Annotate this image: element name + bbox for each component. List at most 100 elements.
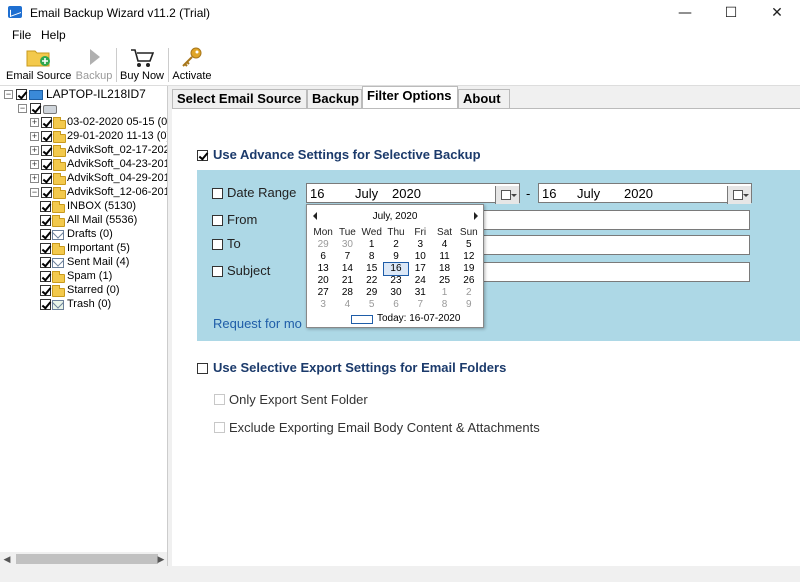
- tree-checkbox[interactable]: [41, 131, 52, 142]
- calendar-day[interactable]: 12: [457, 251, 481, 263]
- date-range-label[interactable]: Date Range: [227, 185, 296, 200]
- tree-checkbox[interactable]: [41, 159, 52, 170]
- only-sent-checkbox[interactable]: [214, 394, 225, 405]
- tree-horizontal-scrollbar[interactable]: ◀ ▶: [0, 552, 167, 566]
- calendar-dropdown-icon[interactable]: [727, 186, 751, 204]
- from-checkbox[interactable]: [212, 215, 223, 226]
- calendar-day[interactable]: 10: [408, 251, 432, 263]
- calendar-day[interactable]: 29: [360, 287, 384, 299]
- calendar-day[interactable]: 7: [335, 251, 359, 263]
- selective-export-checkbox[interactable]: [197, 363, 208, 374]
- calendar-day[interactable]: 5: [457, 239, 481, 251]
- expand-icon[interactable]: +: [30, 160, 39, 169]
- tree-checkbox[interactable]: [41, 145, 52, 156]
- subject-checkbox[interactable]: [212, 266, 223, 277]
- tree-checkbox[interactable]: [41, 117, 52, 128]
- calendar-day[interactable]: 2: [384, 239, 408, 251]
- calendar-day[interactable]: 18: [432, 263, 456, 275]
- calendar-dropdown-icon[interactable]: [495, 186, 519, 204]
- end-year[interactable]: 2020: [624, 186, 653, 201]
- calendar-day[interactable]: 21: [335, 275, 359, 287]
- calendar-day[interactable]: 19: [457, 263, 481, 275]
- from-label[interactable]: From: [227, 212, 257, 227]
- minimize-button[interactable]: —: [662, 0, 708, 26]
- next-month-icon[interactable]: [471, 212, 479, 220]
- calendar-day[interactable]: 25: [432, 275, 456, 287]
- calendar-day[interactable]: 20: [311, 275, 335, 287]
- calendar-day[interactable]: 29: [311, 239, 335, 251]
- close-button[interactable]: ✕: [754, 0, 800, 26]
- tree-item[interactable]: + 29-01-2020 11-13 (0): [30, 130, 167, 144]
- tab-about[interactable]: About: [458, 89, 510, 108]
- collapse-icon[interactable]: −: [30, 188, 39, 197]
- tree-checkbox[interactable]: [40, 285, 51, 296]
- calendar-day[interactable]: 13: [311, 263, 335, 275]
- calendar-day[interactable]: 24: [408, 275, 432, 287]
- tree-checkbox[interactable]: [40, 257, 51, 268]
- calendar-day[interactable]: 8: [360, 251, 384, 263]
- calendar-day[interactable]: 15: [360, 263, 384, 275]
- calendar-day[interactable]: 11: [432, 251, 456, 263]
- maximize-button[interactable]: ☐: [708, 0, 754, 26]
- expand-icon[interactable]: +: [30, 118, 39, 127]
- tree-checkbox[interactable]: [16, 89, 27, 100]
- tree-folder[interactable]: Sent Mail (4): [40, 256, 166, 270]
- tree-folder[interactable]: Drafts (0): [40, 228, 166, 242]
- calendar-day[interactable]: 17: [408, 263, 432, 275]
- calendar-day[interactable]: 5: [360, 299, 384, 311]
- calendar-day[interactable]: 9: [384, 251, 408, 263]
- tree-folder[interactable]: Starred (0): [40, 284, 166, 298]
- calendar-day[interactable]: 14: [335, 263, 359, 275]
- advance-settings-label[interactable]: Use Advance Settings for Selective Backu…: [213, 147, 481, 162]
- calendar-day[interactable]: 7: [408, 299, 432, 311]
- subject-label[interactable]: Subject: [227, 263, 270, 278]
- tree-item[interactable]: − AdvikSoft_12-06-2019: [30, 186, 167, 200]
- tree-folder[interactable]: Trash (0): [40, 298, 166, 312]
- calendar-day[interactable]: 30: [335, 239, 359, 251]
- tree-checkbox[interactable]: [41, 187, 52, 198]
- start-year[interactable]: 2020: [392, 186, 421, 201]
- calendar-day[interactable]: 22: [360, 275, 384, 287]
- calendar-day[interactable]: 4: [432, 239, 456, 251]
- expand-icon[interactable]: +: [30, 132, 39, 141]
- calendar-day[interactable]: 1: [432, 287, 456, 299]
- tab-backup[interactable]: Backup: [307, 89, 362, 108]
- tree-folder[interactable]: INBOX (5130): [40, 200, 166, 214]
- menu-help[interactable]: Help: [41, 28, 66, 42]
- scroll-thumb[interactable]: [16, 554, 158, 564]
- calendar-day[interactable]: 6: [311, 251, 335, 263]
- calendar-day[interactable]: 3: [408, 239, 432, 251]
- calendar-day[interactable]: 4: [335, 299, 359, 311]
- calendar-day[interactable]: 31: [408, 287, 432, 299]
- tree-checkbox[interactable]: [41, 173, 52, 184]
- activate-button[interactable]: Activate: [170, 44, 214, 86]
- tree-item[interactable]: + AdvikSoft_02-17-2020: [30, 144, 167, 158]
- tree-item[interactable]: + AdvikSoft_04-23-2019: [30, 158, 167, 172]
- tree-folder[interactable]: Important (5): [40, 242, 166, 256]
- start-date-picker[interactable]: 16 July 2020: [306, 183, 520, 204]
- calendar-day[interactable]: 3: [311, 299, 335, 311]
- calendar-day[interactable]: 30: [384, 287, 408, 299]
- backup-button[interactable]: Backup: [74, 44, 114, 86]
- to-label[interactable]: To: [227, 236, 241, 251]
- calendar-day[interactable]: 1: [360, 239, 384, 251]
- tree-item[interactable]: + AdvikSoft_04-29-2019: [30, 172, 167, 186]
- end-month[interactable]: July: [577, 186, 600, 201]
- tree-drive-row[interactable]: −: [18, 102, 58, 116]
- today-label[interactable]: Today: 16-07-2020: [377, 313, 460, 324]
- collapse-icon[interactable]: −: [18, 104, 27, 113]
- calendar-day[interactable]: 26: [457, 275, 481, 287]
- calendar-day[interactable]: 6: [384, 299, 408, 311]
- calendar-day[interactable]: 9: [457, 299, 481, 311]
- collapse-icon[interactable]: −: [4, 90, 13, 99]
- tree-checkbox[interactable]: [40, 243, 51, 254]
- tree-checkbox[interactable]: [40, 271, 51, 282]
- expand-icon[interactable]: +: [30, 174, 39, 183]
- to-checkbox[interactable]: [212, 239, 223, 250]
- tree-folder[interactable]: Spam (1): [40, 270, 166, 284]
- calendar-day[interactable]: 8: [432, 299, 456, 311]
- tree-checkbox[interactable]: [40, 215, 51, 226]
- calendar-day[interactable]: 23: [384, 275, 408, 287]
- calendar-day[interactable]: 27: [311, 287, 335, 299]
- scroll-right-icon[interactable]: ▶: [154, 552, 167, 566]
